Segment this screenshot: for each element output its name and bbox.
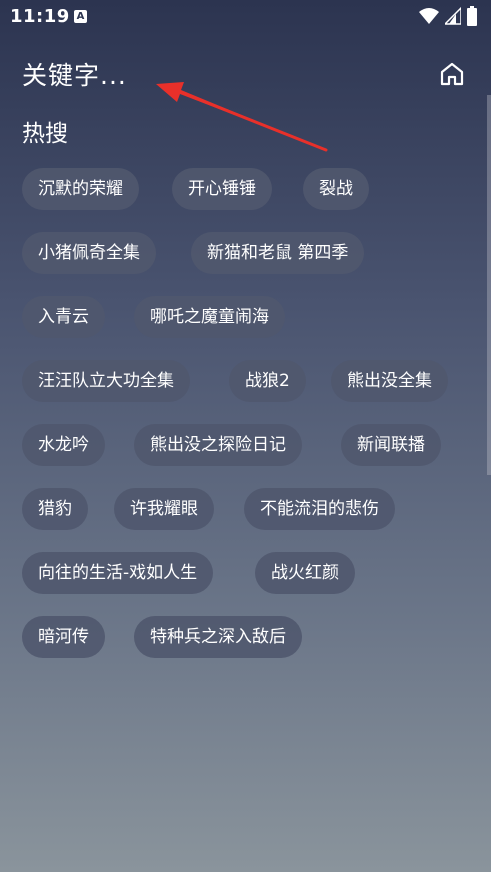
hot-search-tag[interactable]: 小猪佩奇全集: [22, 232, 156, 274]
status-bar: 11:19 A: [0, 0, 491, 34]
search-keyword-field[interactable]: 关键字...: [22, 56, 127, 92]
hot-search-tag[interactable]: 不能流泪的悲伤: [244, 488, 395, 530]
status-icons: [419, 6, 477, 26]
hot-search-tag[interactable]: 向往的生活-戏如人生: [22, 552, 214, 594]
hot-search-tag[interactable]: 熊出没之探险日记: [134, 424, 302, 466]
hot-search-tag[interactable]: 裂战: [303, 168, 369, 210]
hot-search-tag[interactable]: 猎豹: [22, 488, 88, 530]
notification-icon: A: [74, 10, 87, 23]
hot-search-tag[interactable]: 新猫和老鼠 第四季: [191, 232, 365, 274]
hot-search-tag[interactable]: 哪吒之魔童闹海: [134, 296, 285, 338]
signal-icon: [445, 7, 461, 25]
hot-search-tag[interactable]: 新闻联播: [341, 424, 441, 466]
hot-search-tag[interactable]: 战狼2: [229, 360, 306, 402]
hot-search-tag[interactable]: 许我耀眼: [114, 488, 214, 530]
hot-search-tag[interactable]: 战火红颜: [255, 552, 355, 594]
hot-search-tag[interactable]: 暗河传: [22, 616, 105, 658]
home-button[interactable]: [436, 58, 468, 90]
hot-search-tag[interactable]: 特种兵之深入敌后: [134, 616, 302, 658]
scroll-edge-indicator: [487, 95, 491, 475]
home-icon: [440, 62, 464, 86]
status-time: 11:19: [10, 6, 70, 27]
hot-search-tag[interactable]: 汪汪队立大功全集: [22, 360, 190, 402]
wifi-icon: [419, 8, 439, 24]
hot-search-title: 热搜: [22, 121, 68, 147]
hot-search-tag[interactable]: 水龙吟: [22, 424, 105, 466]
battery-icon: [467, 6, 477, 26]
hot-search-tag[interactable]: 熊出没全集: [331, 360, 448, 402]
hot-search-tag[interactable]: 入青云: [22, 296, 105, 338]
hot-search-tag[interactable]: 开心锤锤: [172, 168, 272, 210]
app-screen: 11:19 A 关键字... 热搜 沉默的荣耀 开心锤锤 裂战 小猪佩奇全集 新…: [0, 0, 491, 872]
hot-search-tag[interactable]: 沉默的荣耀: [22, 168, 139, 210]
